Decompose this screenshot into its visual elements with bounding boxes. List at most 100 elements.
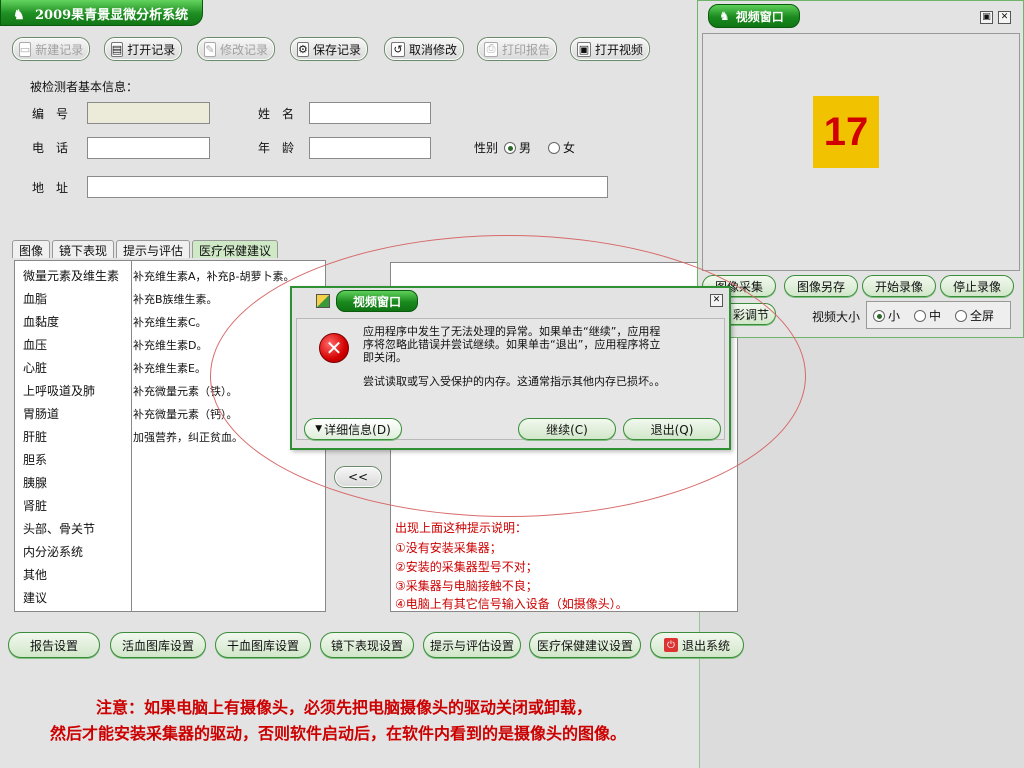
address-field[interactable] [87, 176, 608, 198]
gender-female-radio[interactable]: 女 [548, 139, 575, 156]
video-icon: ▣ [577, 41, 591, 57]
advice-item[interactable]: 补充维生素E。 [133, 360, 206, 376]
camera-icon: ♞ [719, 9, 730, 23]
category-item[interactable]: 肝脏 [23, 428, 47, 445]
undo-icon: ↺ [391, 41, 405, 57]
size-small-radio[interactable]: 小 [873, 307, 900, 324]
print-icon: ⎙ [484, 41, 498, 57]
new-record-icon: ▭ [18, 41, 32, 57]
message-line: 即关闭。 [363, 351, 407, 364]
tab-strip: 图像 镜下表现 提示与评估 医疗保健建议 [12, 240, 280, 258]
video-title-tab: ♞ 视频窗口 [708, 4, 800, 28]
restore-icon[interactable]: ▣ [980, 11, 993, 24]
open-video-button[interactable]: ▣ 打开视频 [570, 37, 650, 61]
tab-hints[interactable]: 提示与评估 [116, 240, 191, 258]
advice-item[interactable]: 补充维生素A，补充β-胡萝卜素。 [133, 268, 295, 284]
tab-microscope[interactable]: 镜下表现 [52, 240, 115, 258]
edit-icon: ✎ [204, 41, 216, 57]
video-window: ♞ 视频窗口 ▣ ✕ 图像采集 图像另存 开始录像 停止录像 彩调节 视频大小 小… [697, 0, 1024, 338]
window-icon [316, 294, 330, 308]
category-item[interactable]: 上呼吸道及肺 [23, 382, 95, 399]
age-field[interactable] [309, 137, 431, 159]
category-item[interactable]: 其他 [23, 566, 47, 583]
advice-item[interactable]: 补充微量元素（铁）。 [133, 383, 238, 399]
size-medium-radio[interactable]: 中 [914, 307, 941, 324]
id-field[interactable] [87, 102, 210, 124]
folder-open-icon: ▤ [110, 41, 124, 57]
basic-info-label: 被检测者基本信息： [30, 80, 139, 94]
category-item[interactable]: 血脂 [23, 290, 47, 307]
video-size-group: 小 中 全屏 [866, 301, 1011, 329]
app-icon: ♞ [13, 8, 25, 23]
hints-settings-button[interactable]: 提示与评估设置 [423, 632, 521, 658]
tab-health-advice[interactable]: 医疗保健建议 [192, 240, 279, 258]
radio-checked-icon [873, 309, 885, 322]
radio-checked-icon [504, 142, 516, 154]
continue-button[interactable]: 继续(C) [518, 418, 616, 440]
advice-item[interactable]: 补充微量元素（钙）。 [133, 406, 238, 422]
category-item[interactable]: 微量元素及维生素 [23, 267, 119, 284]
name-label: 姓 名 [258, 107, 295, 121]
radio-unchecked-icon [914, 309, 927, 322]
live-blood-library-button[interactable]: 活血图库设置 [110, 632, 206, 658]
category-item[interactable]: 内分泌系统 [23, 543, 83, 560]
name-field[interactable] [309, 102, 431, 124]
main-title-bar: ♞ 2009果青景显微分析系统 [0, 0, 204, 26]
note-line: ③采集器与电脑接触不良； [395, 579, 538, 593]
category-item[interactable]: 肾脏 [23, 497, 47, 514]
category-item[interactable]: 血压 [23, 336, 47, 353]
microscope-settings-button[interactable]: 镜下表现设置 [320, 632, 414, 658]
dry-blood-library-button[interactable]: 干血图库设置 [215, 632, 311, 658]
print-report-button[interactable]: ⎙ 打印报告 [477, 37, 557, 61]
radio-unchecked-icon [548, 142, 560, 154]
open-record-button[interactable]: ▤ 打开记录 [104, 37, 182, 61]
advice-item[interactable]: 补充B族维生素。 [133, 291, 218, 307]
new-record-button[interactable]: ▭ 新建记录 [12, 37, 90, 61]
close-icon[interactable]: ✕ [710, 294, 723, 307]
radio-unchecked-icon [955, 309, 968, 322]
advice-item[interactable]: 补充维生素C。 [133, 314, 207, 330]
id-label: 编 号 [32, 107, 69, 121]
advice-item[interactable]: 加强营养，纠正贫血。 [133, 429, 243, 445]
cancel-edit-button[interactable]: ↺ 取消修改 [384, 37, 464, 61]
gender-label: 性别 [474, 141, 499, 155]
gender-male-radio[interactable]: 男 [504, 139, 531, 156]
close-icon[interactable]: ✕ [998, 11, 1011, 24]
category-item[interactable]: 心脏 [23, 359, 47, 376]
details-button[interactable]: ▼ 详细信息(D) [304, 418, 402, 440]
category-item[interactable]: 胆系 [23, 451, 47, 468]
chevron-down-icon: ▼ [315, 424, 323, 434]
exit-system-button[interactable]: ⏻ 退出系统 [650, 632, 744, 658]
error-dialog: 视频窗口 ✕ ✕ 应用程序中发生了无法处理的异常。如果单击“继续”，应用程 序将… [290, 286, 731, 450]
category-item[interactable]: 胃肠道 [23, 405, 59, 422]
dialog-title: 视频窗口 [336, 290, 418, 312]
category-item[interactable]: 建议 [23, 589, 47, 606]
note-line: ④电脑上有其它信号输入设备（如摄像头）。 [395, 597, 628, 611]
column-divider [131, 261, 132, 611]
note-line: ①没有安装采集器； [395, 541, 502, 555]
advice-item[interactable]: 补充维生素D。 [133, 337, 207, 353]
error-icon: ✕ [319, 333, 349, 363]
quit-button[interactable]: 退出(Q) [623, 418, 721, 440]
save-image-as-button[interactable]: 图像另存 [784, 275, 858, 297]
health-advice-settings-button[interactable]: 医疗保健建议设置 [529, 632, 641, 658]
phone-field[interactable] [87, 137, 210, 159]
stop-recording-button[interactable]: 停止录像 [940, 275, 1014, 297]
category-item[interactable]: 血黏度 [23, 313, 59, 330]
video-size-label: 视频大小 [812, 310, 861, 324]
move-back-button[interactable]: << [334, 466, 382, 488]
category-item[interactable]: 头部、骨关节 [23, 520, 95, 537]
size-full-radio[interactable]: 全屏 [955, 307, 994, 324]
video-title: 视频窗口 [735, 9, 784, 24]
save-icon: ⚙ [297, 41, 309, 57]
category-item[interactable]: 胰腺 [23, 474, 47, 491]
message-line: 序将忽略此错误并尝试继续。如果单击“退出”，应用程序将立 [363, 338, 661, 351]
note-line: ②安装的采集器型号不对； [395, 560, 538, 574]
start-recording-button[interactable]: 开始录像 [862, 275, 936, 297]
report-settings-button[interactable]: 报告设置 [8, 632, 100, 658]
tab-image[interactable]: 图像 [12, 240, 51, 258]
save-record-button[interactable]: ⚙ 保存记录 [290, 37, 368, 61]
edit-record-button[interactable]: ✎ 修改记录 [197, 37, 275, 61]
warning-line: 然后才能安装采集器的驱动，否则软件启动后，在软件内看到的是摄像头的图像。 [50, 724, 627, 743]
number-badge: 17 [813, 96, 879, 168]
